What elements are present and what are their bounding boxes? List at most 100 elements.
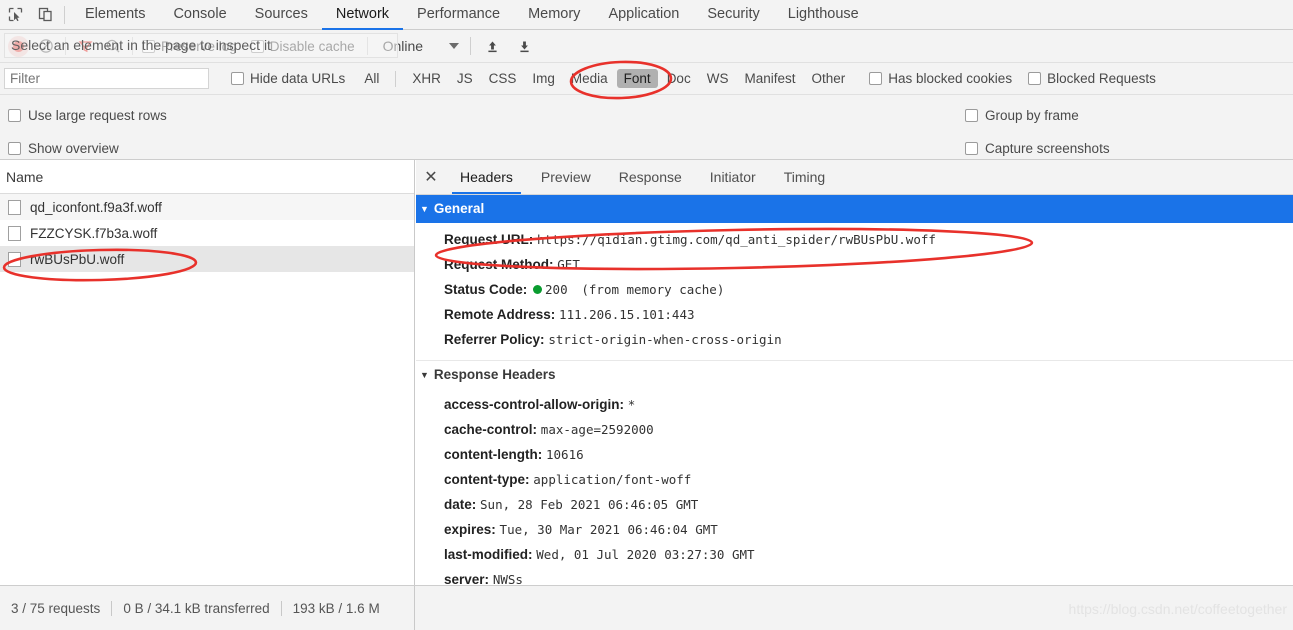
tab-response[interactable]: Response: [605, 160, 696, 194]
network-toolbar: Preserve log Disable cache Online: [0, 30, 1293, 63]
clear-icon[interactable]: [32, 32, 60, 60]
triangle-down-icon: ▼: [420, 204, 429, 214]
filter-type-all[interactable]: All: [357, 69, 386, 88]
filter-input[interactable]: [4, 68, 209, 89]
hide-data-urls-checkbox[interactable]: Hide data URLs: [231, 71, 345, 86]
watermark: https://blog.csdn.net/coffeetogether: [1068, 601, 1287, 617]
row-checkbox[interactable]: [8, 251, 21, 267]
filter-type-js[interactable]: JS: [450, 69, 480, 88]
use-large-request-rows-label: Use large request rows: [28, 108, 167, 123]
response-headers-section-header[interactable]: ▼ Response Headers: [416, 360, 1293, 388]
close-icon[interactable]: ✕: [416, 160, 446, 194]
record-icon[interactable]: [4, 32, 32, 60]
capture-screenshots-box[interactable]: [965, 142, 978, 155]
filter-type-other[interactable]: Other: [804, 69, 852, 88]
tab-security[interactable]: Security: [693, 0, 773, 29]
network-options: Use large request rows Show overview Gro…: [0, 95, 1293, 160]
blocked-requests-box[interactable]: [1028, 72, 1042, 85]
filter-type-ws[interactable]: WS: [700, 69, 736, 88]
group-by-frame-box[interactable]: [965, 109, 978, 122]
preserve-log-checkbox[interactable]: Preserve log: [142, 39, 237, 54]
general-referrer-policy-key: Referrer Policy:: [444, 332, 545, 347]
chevron-down-icon: [449, 43, 460, 49]
devtools-tabbar: Elements Console Sources Network Perform…: [0, 0, 1293, 30]
tab-network[interactable]: Network: [321, 0, 404, 30]
tab-headers[interactable]: Headers: [446, 160, 527, 194]
header-content-length: content-length: 10616: [444, 442, 1293, 467]
show-overview-checkbox[interactable]: Show overview: [8, 136, 167, 161]
tab-lighthouse[interactable]: Lighthouse: [774, 0, 873, 29]
use-large-request-rows-box[interactable]: [8, 109, 21, 122]
status-resources: 193 kB / 1.6 M: [292, 600, 380, 616]
table-row[interactable]: FZZCYSK.f7b3a.woff: [0, 220, 414, 246]
table-row[interactable]: rwBUsPbU.woff: [0, 246, 414, 272]
request-list-column-name[interactable]: Name: [0, 160, 414, 194]
blocked-requests-label: Blocked Requests: [1047, 71, 1156, 86]
throttling-select[interactable]: Online: [373, 38, 465, 54]
use-large-request-rows-checkbox[interactable]: Use large request rows: [8, 103, 167, 128]
has-blocked-cookies-box[interactable]: [869, 72, 883, 85]
filter-type-xhr[interactable]: XHR: [405, 69, 448, 88]
group-by-frame-checkbox[interactable]: Group by frame: [965, 103, 1110, 128]
tab-sources[interactable]: Sources: [241, 0, 322, 29]
filter-type-font[interactable]: Font: [616, 69, 658, 88]
filter-funnel-icon[interactable]: [71, 32, 99, 60]
filter-type-media[interactable]: Media: [564, 69, 615, 88]
capture-screenshots-checkbox[interactable]: Capture screenshots: [965, 136, 1110, 161]
tab-console[interactable]: Console: [159, 0, 240, 29]
details-tabbar: ✕ Headers Preview Response Initiator Tim…: [416, 160, 1293, 195]
header-date: date: Sun, 28 Feb 2021 06:46:05 GMT: [444, 492, 1293, 517]
device-toolbar-icon[interactable]: [30, 1, 60, 29]
header-key: server:: [444, 572, 490, 585]
group-by-frame-label: Group by frame: [985, 108, 1079, 123]
tab-memory[interactable]: Memory: [514, 0, 594, 29]
toolbar-divider-3: [366, 37, 368, 55]
has-blocked-cookies-checkbox[interactable]: Has blocked cookies: [869, 71, 1012, 86]
response-headers-section-title: Response Headers: [433, 367, 556, 382]
filter-bar: Hide data URLs All XHR JS CSS Img Media …: [0, 63, 1293, 95]
filter-divider: [395, 70, 397, 87]
row-checkbox[interactable]: [8, 225, 21, 241]
blocked-requests-checkbox[interactable]: Blocked Requests: [1028, 71, 1156, 86]
request-name: FZZCYSK.f7b3a.woff: [30, 225, 158, 241]
header-value: NWSs: [492, 572, 523, 585]
header-key: date:: [444, 497, 477, 512]
filter-type-img[interactable]: Img: [525, 69, 562, 88]
network-options-left: Use large request rows Show overview: [8, 103, 167, 161]
header-expires: expires: Tue, 30 Mar 2021 06:46:04 GMT: [444, 517, 1293, 542]
status-bar-left: 3 / 75 requests 0 B / 34.1 kB transferre…: [0, 586, 415, 630]
tab-timing[interactable]: Timing: [770, 160, 840, 194]
disable-cache-checkbox[interactable]: Disable cache: [250, 39, 355, 54]
filter-type-css[interactable]: CSS: [482, 69, 524, 88]
header-value: application/font-woff: [533, 472, 692, 487]
tab-initiator[interactable]: Initiator: [696, 160, 770, 194]
header-cache-control: cache-control: max-age=2592000: [444, 417, 1293, 442]
tab-preview[interactable]: Preview: [527, 160, 605, 194]
export-har-icon[interactable]: [508, 32, 540, 60]
general-request-url-value[interactable]: https://qidian.gtimg.com/qd_anti_spider/…: [537, 232, 936, 247]
show-overview-box[interactable]: [8, 142, 21, 155]
hide-data-urls-box[interactable]: [231, 72, 244, 85]
general-referrer-policy-value: strict-origin-when-cross-origin: [548, 332, 782, 347]
tab-application[interactable]: Application: [594, 0, 693, 29]
search-icon[interactable]: [99, 32, 127, 60]
import-har-icon[interactable]: [476, 32, 508, 60]
disable-cache-box[interactable]: [250, 39, 264, 53]
inspect-element-icon[interactable]: [0, 1, 30, 29]
tab-elements[interactable]: Elements: [71, 0, 159, 29]
preserve-log-box[interactable]: [142, 39, 155, 53]
status-requests: 3 / 75 requests: [11, 600, 101, 616]
general-remote-address-value: 111.206.15.101:443: [559, 307, 695, 322]
status-ok-icon: [533, 285, 543, 294]
filter-type-doc[interactable]: Doc: [660, 69, 698, 88]
header-content-type: content-type: application/font-woff: [444, 467, 1293, 492]
filter-type-manifest[interactable]: Manifest: [737, 69, 802, 88]
preserve-log-label: Preserve log: [161, 38, 237, 54]
status-transferred: 0 B / 34.1 kB transferred: [123, 600, 270, 616]
table-row[interactable]: qd_iconfont.f9a3f.woff: [0, 194, 414, 220]
tab-performance[interactable]: Performance: [403, 0, 514, 29]
header-value: Wed, 01 Jul 2020 03:27:30 GMT: [536, 547, 755, 562]
general-section-header[interactable]: ▼ General: [416, 195, 1293, 223]
throttling-value: Online: [382, 38, 424, 54]
row-checkbox[interactable]: [8, 199, 21, 215]
